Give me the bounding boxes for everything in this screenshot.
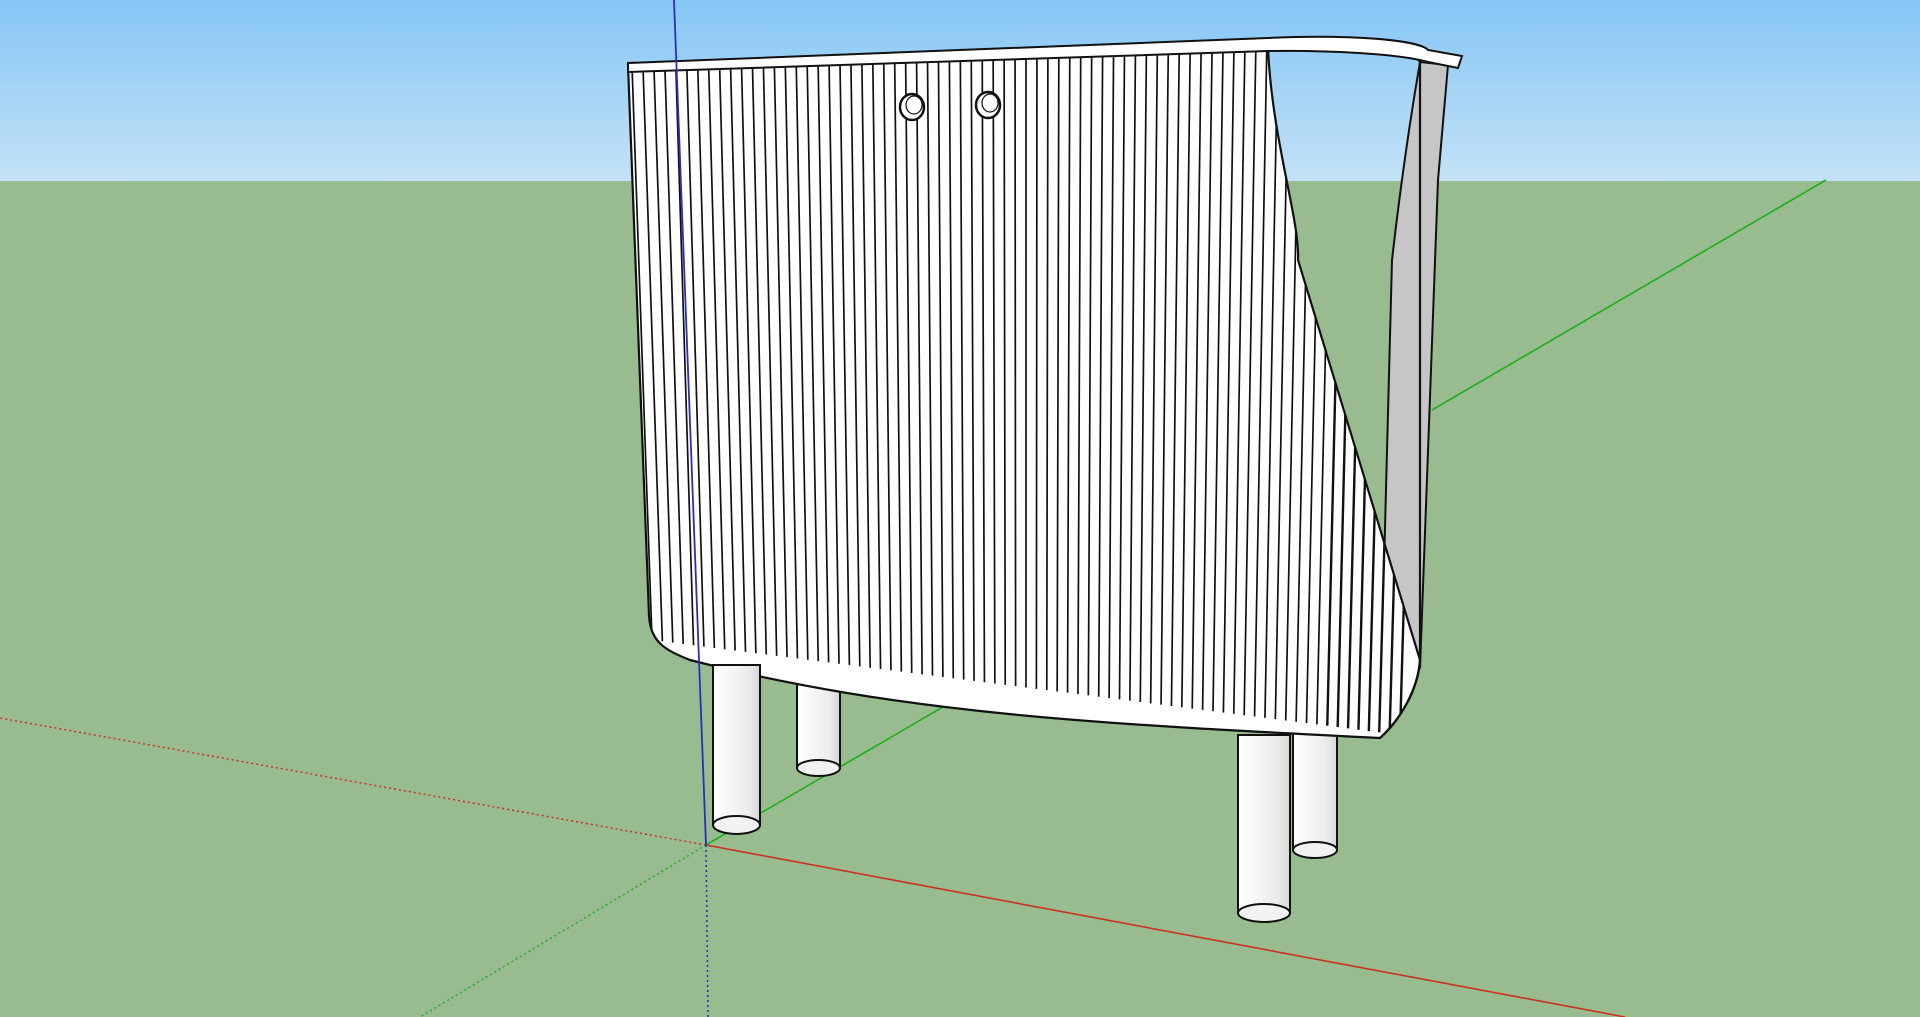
door-knob-right[interactable]	[974, 90, 1002, 120]
flute-line	[1035, 54, 1038, 689]
flute-line	[1003, 55, 1007, 685]
flute-line	[1045, 54, 1049, 691]
cabinet-leg-front-left[interactable]	[712, 664, 761, 835]
sketchup-viewport[interactable]	[0, 0, 1920, 1017]
flute-line	[1014, 55, 1017, 687]
scene-canvas[interactable]	[0, 0, 1920, 1017]
cabinet-leg-front-right[interactable]	[1237, 734, 1291, 923]
door-knob-left[interactable]	[898, 92, 926, 122]
cabinet-leg-back-right[interactable]	[1292, 727, 1338, 859]
